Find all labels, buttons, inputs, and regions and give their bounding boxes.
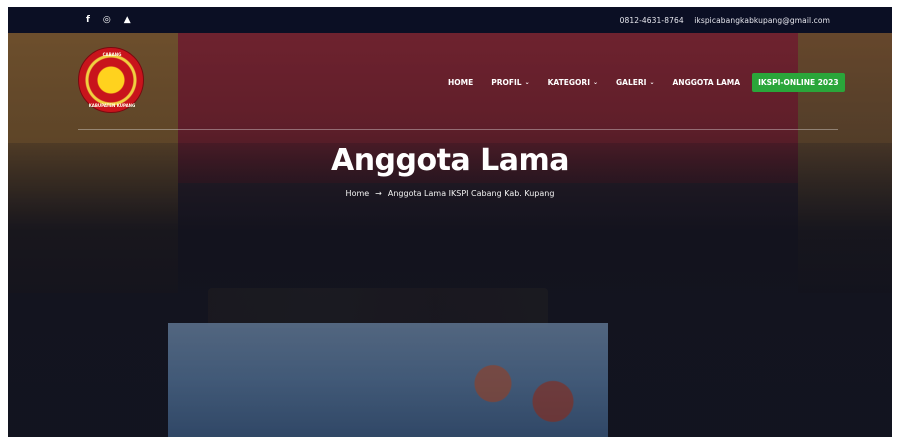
- chevron-down-icon: ⌄: [593, 79, 599, 86]
- ikspi-online-button[interactable]: IKSPI-ONLINE 2023: [752, 73, 845, 92]
- site-logo[interactable]: CABANG KABUPATEN KUPANG: [78, 47, 144, 113]
- logo-text-top: CABANG: [102, 52, 122, 57]
- nav-item-label: PROFIL: [491, 78, 522, 87]
- nav-item-kategori[interactable]: KATEGORI ⌄: [548, 78, 598, 87]
- nav-item-label: ANGGOTA LAMA: [672, 78, 741, 87]
- main-nav: HOME PROFIL ⌄ KATEGORI ⌄ GALERI ⌄ ANGGOT…: [448, 73, 845, 92]
- top-bar: f ◎ ▲ 0812-4631-8764 ikspicabangkabkupan…: [8, 7, 892, 33]
- youtube-icon[interactable]: ▲: [124, 15, 131, 25]
- arrow-right-icon: →: [375, 189, 382, 198]
- header-divider: [78, 129, 838, 130]
- nav-item-home[interactable]: HOME: [448, 78, 473, 87]
- nav-item-label: HOME: [448, 78, 474, 87]
- facebook-icon[interactable]: f: [86, 15, 90, 25]
- hero-banner: CABANG KABUPATEN KUPANG HOME PROFIL ⌄ KA…: [8, 33, 892, 437]
- nav-item-profil[interactable]: PROFIL ⌄: [491, 78, 529, 87]
- breadcrumb: Home → Anggota Lama IKSPI Cabang Kab. Kupa…: [8, 189, 892, 198]
- phone-number[interactable]: 0812-4631-8764: [620, 16, 684, 25]
- instagram-icon[interactable]: ◎: [103, 15, 111, 25]
- social-links: f ◎ ▲: [86, 15, 131, 25]
- chevron-down-icon: ⌄: [649, 79, 655, 86]
- page-title: Anggota Lama: [330, 143, 570, 178]
- logo-text-bottom: KABUPATEN KUPANG: [88, 103, 136, 108]
- breadcrumb-home-link[interactable]: Home: [346, 189, 370, 198]
- nav-item-label: KATEGORI: [547, 78, 590, 87]
- page-frame: f ◎ ▲ 0812-4631-8764 ikspicabangkabkupan…: [8, 7, 892, 437]
- contact-info: 0812-4631-8764 ikspicabangkabkupang@gmai…: [620, 16, 830, 25]
- chevron-down-icon: ⌄: [524, 79, 530, 86]
- breadcrumb-current: Anggota Lama IKSPI Cabang Kab. Kupang: [387, 189, 555, 198]
- nav-item-anggota-lama[interactable]: ANGGOTA LAMA: [673, 78, 741, 87]
- email-address[interactable]: ikspicabangkabkupang@gmail.com: [694, 16, 830, 25]
- nav-item-label: GALERI: [616, 78, 647, 87]
- nav-item-galeri[interactable]: GALERI ⌄: [616, 78, 654, 87]
